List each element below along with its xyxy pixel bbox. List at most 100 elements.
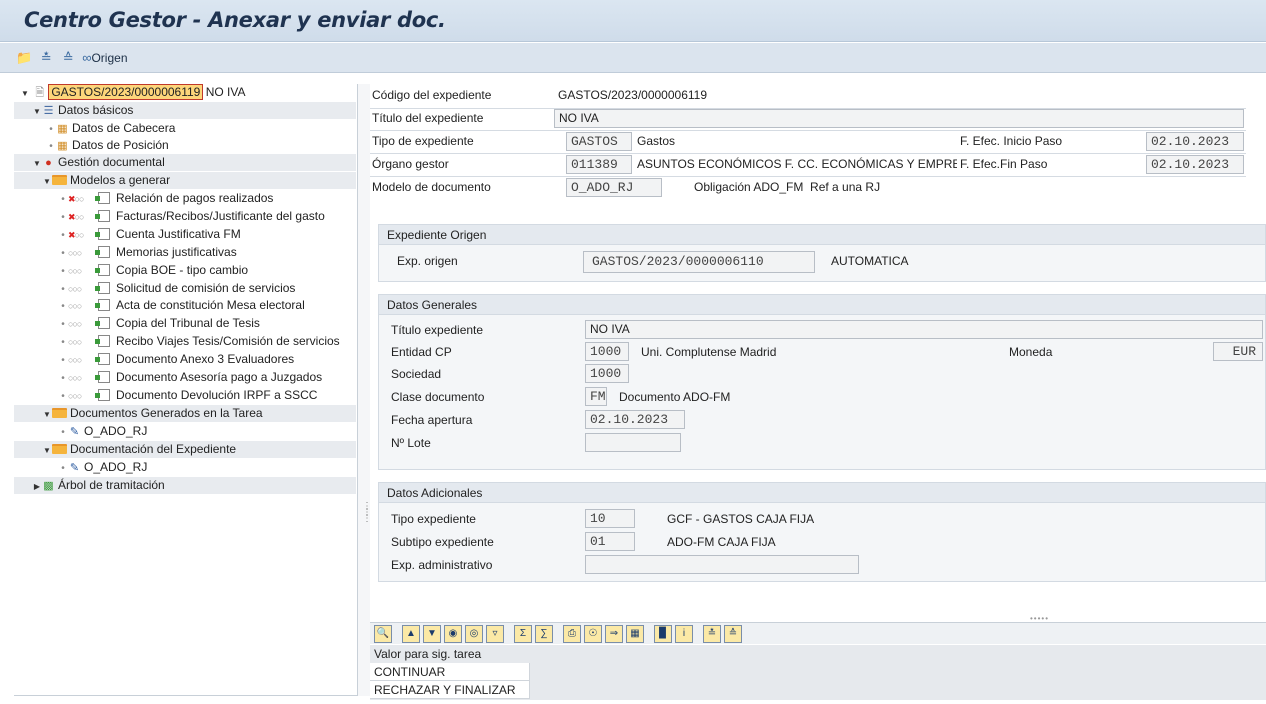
exp-origen-field[interactable]: GASTOS/2023/0000006110 bbox=[583, 251, 815, 273]
navigation-tree: ▼ 🗎 GASTOS/2023/0000006119 NO IVA ▼ ☰ Datos… bbox=[14, 84, 358, 696]
tree-node-datos-cabecera[interactable]: • ▦ Datos de Cabecera bbox=[46, 120, 175, 137]
subtipo-field[interactable]: 01 bbox=[585, 532, 635, 551]
exp-origen-label: Exp. origen bbox=[397, 254, 458, 268]
titulo-exp-label: Título expediente bbox=[391, 323, 484, 337]
export-icon[interactable]: ⇒ bbox=[605, 624, 623, 643]
find-next-icon[interactable]: ◎ bbox=[465, 624, 483, 643]
document-import-icon bbox=[95, 281, 110, 294]
tree-node-label: Copia del Tribunal de Tesis bbox=[116, 316, 260, 331]
entidad-field[interactable]: 1000 bbox=[585, 342, 629, 361]
alv-toolbar: 🔍 ▲ ▼ ◉ ◎ ▿ Σ ∑ ⎙ ☉ ⇒ ▦ ▉ i ≛ ≙ bbox=[370, 622, 1266, 644]
view-icon[interactable]: ☉ bbox=[584, 624, 602, 643]
expand-arrow-icon[interactable]: ▼ bbox=[20, 85, 30, 102]
expand-all-icon[interactable]: ≛ bbox=[38, 49, 54, 67]
info-icon[interactable]: i bbox=[675, 624, 693, 643]
folder-red-icon: ● bbox=[45, 157, 52, 169]
fecha-field[interactable]: 02.10.2023 bbox=[585, 410, 685, 429]
tree-node-modelo[interactable]: • ✖○○ Cuenta Justificativa FM bbox=[58, 226, 240, 243]
tree-node-datos-basicos[interactable]: ▼ ☰ Datos básicos bbox=[14, 102, 356, 119]
tipo-exp-field[interactable]: 10 bbox=[585, 509, 635, 528]
sort-descending-icon[interactable]: ▼ bbox=[423, 624, 441, 643]
filter-icon[interactable]: ▿ bbox=[486, 624, 504, 643]
tipo-exp-label: Tipo expediente bbox=[391, 512, 476, 526]
tree-node-gestion-documental[interactable]: ▼ ● Gestión documental bbox=[14, 154, 356, 171]
titulo-field[interactable]: NO IVA bbox=[554, 109, 1244, 128]
fin-field[interactable]: 02.10.2023 bbox=[1146, 155, 1244, 174]
tree-node-label: Memorias justificativas bbox=[116, 244, 237, 259]
graphic-icon[interactable]: ▉ bbox=[654, 624, 672, 643]
entidad-label: Entidad CP bbox=[391, 345, 452, 359]
tree-node-modelo[interactable]: • ✖○○ Relación de pagos realizados bbox=[58, 190, 273, 207]
collapse-all-icon[interactable]: ≙ bbox=[60, 49, 76, 67]
tree-node-doc-generado[interactable]: • ✎ O_ADO_RJ bbox=[58, 423, 147, 440]
tipo-exp-text: GCF - GASTOS CAJA FIJA bbox=[667, 512, 815, 526]
tree-node-modelo[interactable]: • ○○○ Acta de constitución Mesa electoral bbox=[58, 297, 305, 314]
tree-node-modelo[interactable]: • ○○○ Documento Anexo 3 Evaluadores bbox=[58, 351, 294, 368]
lote-field[interactable] bbox=[585, 433, 681, 452]
details-icon[interactable]: 🔍 bbox=[374, 624, 392, 643]
print-icon[interactable]: ⎙ bbox=[563, 624, 581, 643]
tree-node-modelo[interactable]: • ○○○ Documento Asesoría pago a Juzgados bbox=[58, 369, 322, 386]
sort-ascending-icon[interactable]: ▲ bbox=[402, 624, 420, 643]
tree-node-modelo[interactable]: • ○○○ Copia del Tribunal de Tesis bbox=[58, 315, 260, 332]
expand-icon[interactable]: ≛ bbox=[703, 624, 721, 643]
list-item-continuar[interactable]: CONTINUAR TRAMITACIÓN bbox=[370, 663, 530, 697]
tipo-code-field[interactable]: GASTOS bbox=[566, 132, 632, 151]
group-title: Datos Adicionales bbox=[379, 483, 1265, 503]
find-icon[interactable]: ◉ bbox=[444, 624, 462, 643]
folder-icon[interactable]: 📁 bbox=[16, 49, 32, 67]
tree-node-modelo[interactable]: • ○○○ Documento Devolución IRPF a SSCC bbox=[58, 387, 317, 404]
link-icon: ∞ bbox=[82, 50, 92, 65]
collapse-icon[interactable]: ≙ bbox=[724, 624, 742, 643]
tree-node-modelo[interactable]: • ✖○○ Facturas/Recibos/Justificante del ga… bbox=[58, 208, 325, 225]
group-title: Expediente Origen bbox=[379, 225, 1265, 245]
expand-arrow-icon[interactable]: ▼ bbox=[32, 103, 42, 120]
edit-document-icon: ✎ bbox=[69, 462, 80, 474]
codigo-label: Código del expediente bbox=[372, 88, 492, 102]
subtotal-icon[interactable]: ∑ bbox=[535, 624, 553, 643]
tipo-label: Tipo de expediente bbox=[372, 134, 474, 148]
sum-icon[interactable]: Σ bbox=[514, 624, 532, 643]
document-import-icon bbox=[95, 335, 110, 348]
expand-arrow-icon[interactable]: ▼ bbox=[42, 442, 52, 459]
entidad-text: Uni. Complutense Madrid bbox=[641, 345, 777, 359]
document-import-icon bbox=[95, 388, 110, 401]
sociedad-label: Sociedad bbox=[391, 367, 442, 381]
expand-arrow-icon[interactable]: ▼ bbox=[42, 173, 52, 190]
tree-node-modelo[interactable]: • ○○○ Recibo Viajes Tesis/Comisión de serv… bbox=[58, 333, 339, 350]
group-title: Datos Generales bbox=[379, 295, 1265, 315]
form-icon: ▦ bbox=[57, 140, 68, 152]
tree-node-doc-expediente[interactable]: ▼ Documentación del Expediente bbox=[14, 441, 356, 458]
sociedad-field[interactable]: 1000 bbox=[585, 364, 629, 383]
admin-field[interactable] bbox=[585, 555, 859, 574]
tipo-text: Gastos bbox=[637, 134, 676, 148]
status-lights-icon: ○○○ bbox=[68, 319, 82, 330]
tree-node-docs-generados[interactable]: ▼ Documentos Generados en la Tarea bbox=[14, 405, 356, 422]
origen-button[interactable]: ∞ Origen bbox=[82, 49, 127, 67]
collapse-arrow-icon[interactable]: ▶ bbox=[32, 478, 42, 495]
folder-icon bbox=[52, 175, 67, 185]
moneda-field[interactable]: EUR bbox=[1213, 342, 1263, 361]
titulo-exp-field[interactable]: NO IVA bbox=[585, 320, 1263, 339]
fecha-label: Fecha apertura bbox=[391, 413, 473, 427]
splitter[interactable]: ⋮ ⋮ ⋮ bbox=[358, 84, 372, 696]
list-item-rechazar[interactable]: RECHAZAR Y FINALIZAR bbox=[370, 681, 530, 699]
edit-document-icon: ✎ bbox=[69, 426, 80, 438]
organo-label: Órgano gestor bbox=[372, 157, 449, 171]
tree-node-doc-expediente-item[interactable]: • ✎ O_ADO_RJ bbox=[58, 459, 147, 476]
modelo-code-field[interactable]: O_ADO_RJ bbox=[566, 178, 662, 197]
tree-node-datos-posicion[interactable]: • ▦ Datos de Posición bbox=[46, 137, 169, 154]
expand-arrow-icon[interactable]: ▼ bbox=[42, 406, 52, 423]
document-import-icon bbox=[95, 353, 110, 366]
tree-node-modelo[interactable]: • ○○○ Memorias justificativas bbox=[58, 244, 237, 261]
expand-arrow-icon[interactable]: ▼ bbox=[32, 155, 42, 172]
organo-code-field[interactable]: 011389 bbox=[566, 155, 632, 174]
tree-node-modelo[interactable]: • ○○○ Solicitud de comisión de servicios bbox=[58, 280, 295, 297]
layout-icon[interactable]: ▦ bbox=[626, 624, 644, 643]
tree-node-modelos-generar[interactable]: ▼ Modelos a generar bbox=[14, 172, 356, 189]
tree-node-modelo[interactable]: • ○○○ Copia BOE - tipo cambio bbox=[58, 262, 248, 279]
tree-node-arbol[interactable]: ▶ ▩ Árbol de tramitación bbox=[14, 477, 356, 494]
inicio-field[interactable]: 02.10.2023 bbox=[1146, 132, 1244, 151]
clase-field[interactable]: FM bbox=[585, 387, 607, 406]
tree-root[interactable]: ▼ 🗎 GASTOS/2023/0000006119 NO IVA bbox=[20, 84, 245, 101]
